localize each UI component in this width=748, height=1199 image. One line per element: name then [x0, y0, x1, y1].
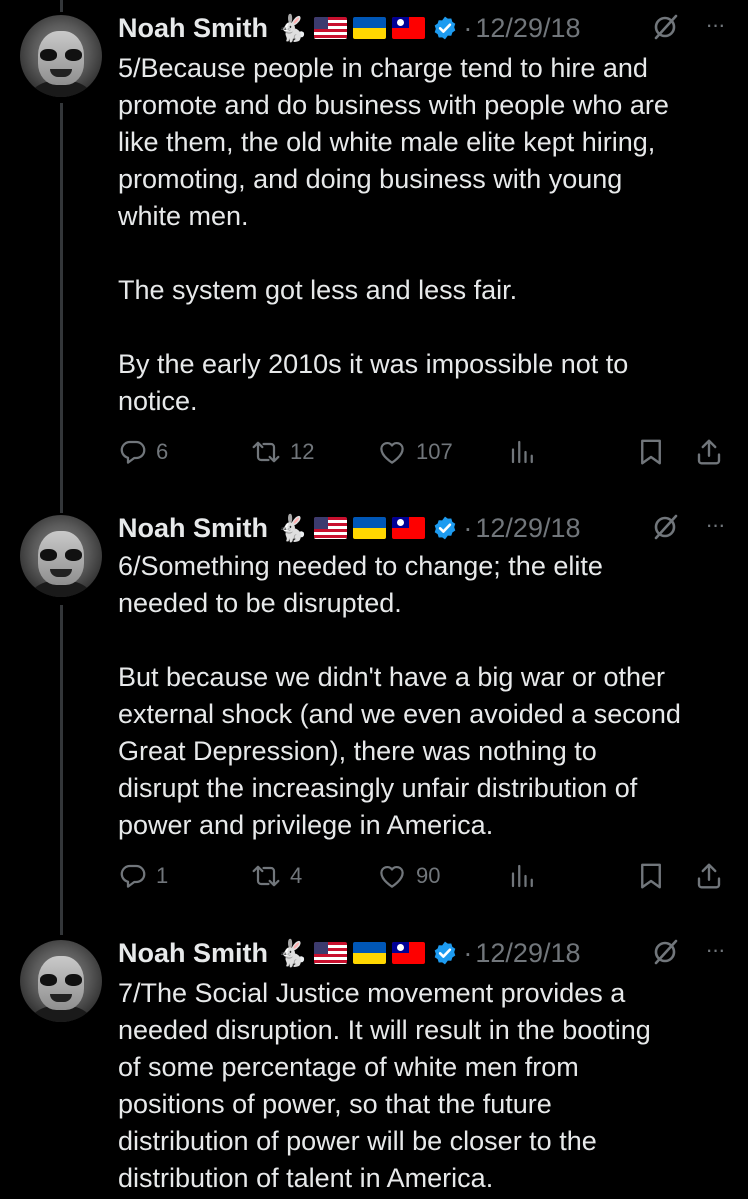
tweet-date[interactable]: 12/29/18: [475, 513, 580, 544]
separator-dot: ·: [463, 12, 473, 43]
more-icon[interactable]: ···: [698, 10, 732, 40]
rabbit-emoji: 🐇: [276, 937, 309, 968]
views-icon: [511, 864, 533, 888]
more-icon[interactable]: ···: [698, 935, 732, 965]
views-icon: [511, 440, 533, 464]
views-button[interactable]: [508, 432, 538, 472]
tweet-text: 6/Something needed to change; the elite …: [118, 551, 681, 840]
reply-count: 6: [156, 439, 169, 464]
tweet-text: 7/The Social Justice movement provides a…: [118, 978, 651, 1193]
bookmark-button[interactable]: [636, 432, 666, 472]
grok-icon[interactable]: [650, 12, 680, 42]
tweet-text: 5/Because people in charge tend to hire …: [118, 53, 669, 416]
reply-icon: [120, 440, 146, 464]
author-name[interactable]: Noah Smith: [118, 513, 268, 544]
tweet-date[interactable]: 12/29/18: [475, 938, 580, 969]
repost-icon: [252, 865, 280, 887]
ukraine-flag-icon: [353, 517, 387, 539]
author-name[interactable]: Noah Smith: [118, 13, 268, 44]
us-flag-icon: [314, 942, 348, 964]
views-button[interactable]: [508, 856, 538, 896]
author-name[interactable]: Noah Smith: [118, 938, 268, 969]
share-button[interactable]: [694, 432, 724, 472]
separator-dot: ·: [463, 937, 473, 968]
action-bar: 6 12 107: [118, 432, 730, 472]
repost-count: 4: [290, 863, 303, 888]
taiwan-flag-icon: [392, 17, 426, 39]
share-icon: [697, 439, 721, 465]
reply-count: 1: [156, 863, 169, 888]
tweet[interactable]: Noah Smith 🐇 · 12/29/18 ··· 7/The Social…: [0, 925, 748, 1199]
like-icon: [380, 865, 404, 888]
ukraine-flag-icon: [353, 17, 387, 39]
share-button[interactable]: [694, 856, 724, 896]
us-flag-icon: [314, 17, 348, 39]
ukraine-flag-icon: [353, 942, 387, 964]
tweet[interactable]: Noah Smith 🐇 · 12/29/18 ··· 6/Something …: [0, 500, 748, 930]
rabbit-emoji: 🐇: [276, 512, 309, 543]
like-button[interactable]: 107: [376, 432, 453, 472]
tweet-header: Noah Smith 🐇 · 12/29/18 ···: [118, 510, 728, 546]
verified-badge-icon[interactable]: [432, 15, 458, 41]
grok-icon[interactable]: [650, 512, 680, 542]
verified-badge-icon[interactable]: [432, 515, 458, 541]
taiwan-flag-icon: [392, 517, 426, 539]
taiwan-flag-icon: [392, 942, 426, 964]
tweet-header: Noah Smith 🐇 · 12/29/18 ···: [118, 10, 728, 46]
bookmark-button[interactable]: [636, 856, 666, 896]
avatar[interactable]: [20, 15, 102, 97]
share-icon: [697, 863, 721, 889]
repost-button[interactable]: 12: [250, 432, 314, 472]
reply-icon: [120, 864, 146, 888]
like-count: 90: [416, 863, 441, 888]
like-button[interactable]: 90: [376, 856, 440, 896]
tweet-date[interactable]: 12/29/18: [475, 13, 580, 44]
tweet[interactable]: Noah Smith 🐇 · 12/29/18 ··· 5/Because pe…: [0, 0, 748, 500]
repost-count: 12: [290, 439, 315, 464]
avatar[interactable]: [20, 515, 102, 597]
bookmark-icon: [641, 439, 661, 465]
verified-badge-icon[interactable]: [432, 940, 458, 966]
action-bar: 1 4 90: [118, 856, 730, 896]
separator-dot: ·: [463, 512, 473, 543]
reply-button[interactable]: 6: [118, 432, 168, 472]
us-flag-icon: [314, 517, 348, 539]
like-count: 107: [416, 439, 453, 464]
like-icon: [380, 441, 404, 464]
grok-icon[interactable]: [650, 937, 680, 967]
more-icon[interactable]: ···: [698, 510, 732, 540]
repost-button[interactable]: 4: [250, 856, 302, 896]
avatar[interactable]: [20, 940, 102, 1022]
tweet-header: Noah Smith 🐇 · 12/29/18 ···: [118, 935, 728, 971]
repost-icon: [252, 441, 280, 463]
reply-button[interactable]: 1: [118, 856, 168, 896]
rabbit-emoji: 🐇: [276, 12, 309, 43]
bookmark-icon: [641, 863, 661, 889]
